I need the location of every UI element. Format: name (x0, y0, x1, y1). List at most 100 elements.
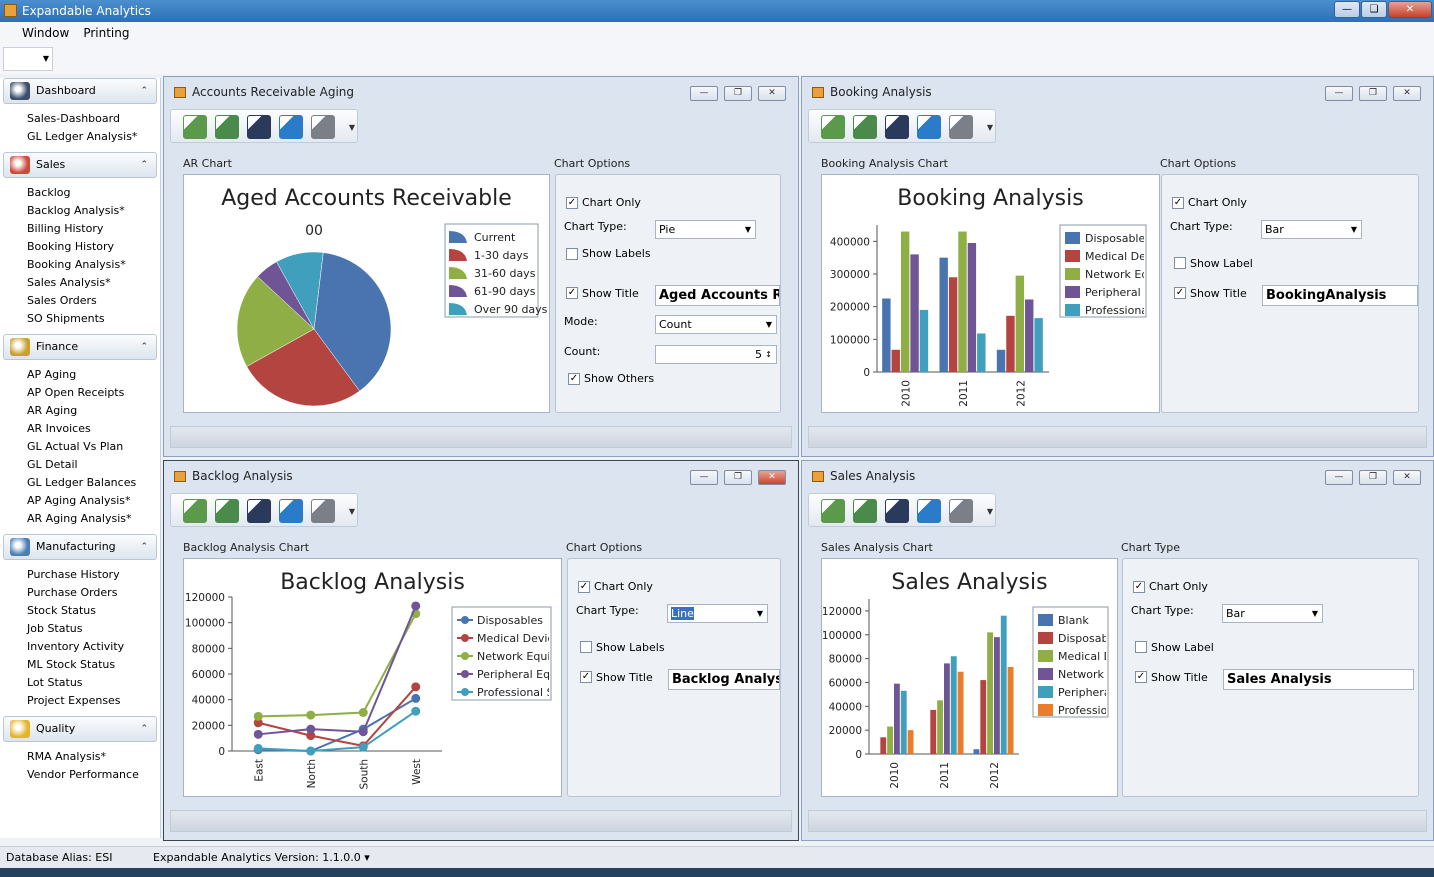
nav-item[interactable]: Booking History (27, 238, 160, 256)
window-restore-button[interactable]: ❐ (1359, 86, 1387, 101)
stepper-arrows-icon[interactable]: ↕ (765, 346, 772, 363)
nav-header-finance[interactable]: Finance ⌃ (3, 334, 157, 360)
toolstrip-dropdown[interactable]: ▼ (3, 47, 53, 71)
nav-item[interactable]: Vendor Performance (27, 766, 160, 784)
chevron-up-icon[interactable]: ⌃ (140, 335, 148, 359)
window-close-button[interactable]: ✕ (1393, 86, 1421, 101)
refresh-icon[interactable] (917, 499, 941, 523)
show-label-checkbox[interactable] (1135, 641, 1147, 653)
window-restore-button[interactable]: ❐ (1359, 470, 1387, 485)
minimize-button[interactable]: — (1334, 1, 1360, 18)
nav-item[interactable]: AP Open Receipts (27, 384, 160, 402)
chevron-up-icon[interactable]: ⌃ (140, 535, 148, 559)
menu-window[interactable]: Window (22, 22, 69, 44)
nav-item[interactable]: GL Detail (27, 456, 160, 474)
chart-only-checkbox[interactable]: ✓ (578, 581, 590, 593)
show-title-checkbox[interactable]: ✓ (566, 287, 578, 299)
upload-icon[interactable] (853, 115, 877, 139)
window-restore-button[interactable]: ❐ (724, 470, 752, 485)
chevron-down-icon[interactable]: ▼ (745, 221, 751, 238)
maximize-button[interactable]: ❏ (1361, 1, 1387, 18)
refresh-icon[interactable] (279, 115, 303, 139)
nav-item[interactable]: AR Aging (27, 402, 160, 420)
chevron-down-icon[interactable]: ▼ (1351, 221, 1357, 238)
show-title-checkbox[interactable]: ✓ (1135, 671, 1147, 683)
nav-item[interactable]: AR Invoices (27, 420, 160, 438)
chart-title-input[interactable]: BookingAnalysis (1262, 285, 1418, 306)
nav-item[interactable]: Job Status (27, 620, 160, 638)
chevron-down-icon[interactable]: ▼ (757, 605, 763, 622)
chevron-up-icon[interactable]: ⌃ (140, 153, 148, 177)
nav-item[interactable]: Backlog (27, 184, 160, 202)
window-minimize-button[interactable]: — (690, 86, 718, 101)
nav-header-quality[interactable]: Quality ⌃ (3, 716, 157, 742)
upload-icon[interactable] (215, 499, 239, 523)
nav-header-manufacturing[interactable]: Manufacturing ⌃ (3, 534, 157, 560)
nav-item[interactable]: Lot Status (27, 674, 160, 692)
show-others-checkbox[interactable]: ✓ (568, 373, 580, 385)
chevron-down-icon[interactable]: ▼ (766, 316, 772, 333)
nav-item[interactable]: GL Actual Vs Plan (27, 438, 160, 456)
upload-icon[interactable] (853, 499, 877, 523)
nav-item[interactable]: GL Ledger Analysis* (27, 128, 160, 146)
save-icon[interactable] (247, 115, 271, 139)
export-excel-icon[interactable] (183, 499, 207, 523)
show-label-checkbox[interactable] (1174, 257, 1186, 269)
show-labels-checkbox[interactable] (580, 641, 592, 653)
nav-item[interactable]: Booking Analysis* (27, 256, 160, 274)
upload-icon[interactable] (215, 115, 239, 139)
window-restore-button[interactable]: ❐ (724, 86, 752, 101)
chevron-down-icon[interactable]: ▼ (1312, 605, 1318, 622)
toolbar-overflow-icon[interactable]: ▼ (987, 507, 993, 516)
window-close-button[interactable]: ✕ (758, 86, 786, 101)
chart-type-combo[interactable]: Pie ▼ (655, 220, 756, 239)
chevron-up-icon[interactable]: ⌃ (140, 717, 148, 741)
nav-item[interactable]: Inventory Activity (27, 638, 160, 656)
save-icon[interactable] (885, 115, 909, 139)
refresh-icon[interactable] (279, 499, 303, 523)
chart-only-checkbox[interactable]: ✓ (1172, 197, 1184, 209)
window-close-button[interactable]: ✕ (1393, 470, 1421, 485)
export-excel-icon[interactable] (821, 499, 845, 523)
save-icon[interactable] (885, 499, 909, 523)
window-minimize-button[interactable]: — (1325, 470, 1353, 485)
nav-item[interactable]: Sales Orders (27, 292, 160, 310)
nav-item[interactable]: ML Stock Status (27, 656, 160, 674)
nav-item[interactable]: Project Expenses (27, 692, 160, 710)
refresh-icon[interactable] (917, 115, 941, 139)
window-close-button[interactable]: ✕ (758, 470, 786, 485)
chart-title-input[interactable]: Aged Accounts Rec (655, 285, 780, 306)
toolbar-overflow-icon[interactable]: ▼ (349, 507, 355, 516)
nav-item[interactable]: Backlog Analysis* (27, 202, 160, 220)
show-title-checkbox[interactable]: ✓ (1174, 287, 1186, 299)
show-title-checkbox[interactable]: ✓ (580, 671, 592, 683)
clear-filter-icon[interactable] (949, 115, 973, 139)
toolbar-overflow-icon[interactable]: ▼ (349, 123, 355, 132)
export-excel-icon[interactable] (183, 115, 207, 139)
chevron-up-icon[interactable]: ⌃ (140, 79, 148, 103)
chart-type-combo[interactable]: Line ▼ (667, 604, 768, 623)
window-minimize-button[interactable]: — (690, 470, 718, 485)
count-stepper[interactable]: 5 ↕ (655, 345, 777, 364)
nav-item[interactable]: AP Aging Analysis* (27, 492, 160, 510)
close-button[interactable]: ✕ (1388, 1, 1432, 18)
menu-printing[interactable]: Printing (83, 22, 129, 44)
nav-item[interactable]: Stock Status (27, 602, 160, 620)
clear-filter-icon[interactable] (949, 499, 973, 523)
nav-item[interactable]: AR Aging Analysis* (27, 510, 160, 528)
nav-item[interactable]: RMA Analysis* (27, 748, 160, 766)
export-excel-icon[interactable] (821, 115, 845, 139)
nav-header-dashboard[interactable]: Dashboard ⌃ (3, 78, 157, 104)
chart-type-combo[interactable]: Bar ▼ (1261, 220, 1362, 239)
nav-item[interactable]: AP Aging (27, 366, 160, 384)
chart-only-checkbox[interactable]: ✓ (566, 197, 578, 209)
chart-only-checkbox[interactable]: ✓ (1133, 581, 1145, 593)
chart-title-input[interactable]: Backlog Analysis (668, 669, 780, 690)
toolbar-overflow-icon[interactable]: ▼ (987, 123, 993, 132)
nav-item[interactable]: Sales Analysis* (27, 274, 160, 292)
chart-type-combo[interactable]: Bar ▼ (1222, 604, 1323, 623)
chart-title-input[interactable]: Sales Analysis (1223, 669, 1414, 690)
nav-header-sales[interactable]: Sales ⌃ (3, 152, 157, 178)
save-icon[interactable] (247, 499, 271, 523)
nav-item[interactable]: GL Ledger Balances (27, 474, 160, 492)
